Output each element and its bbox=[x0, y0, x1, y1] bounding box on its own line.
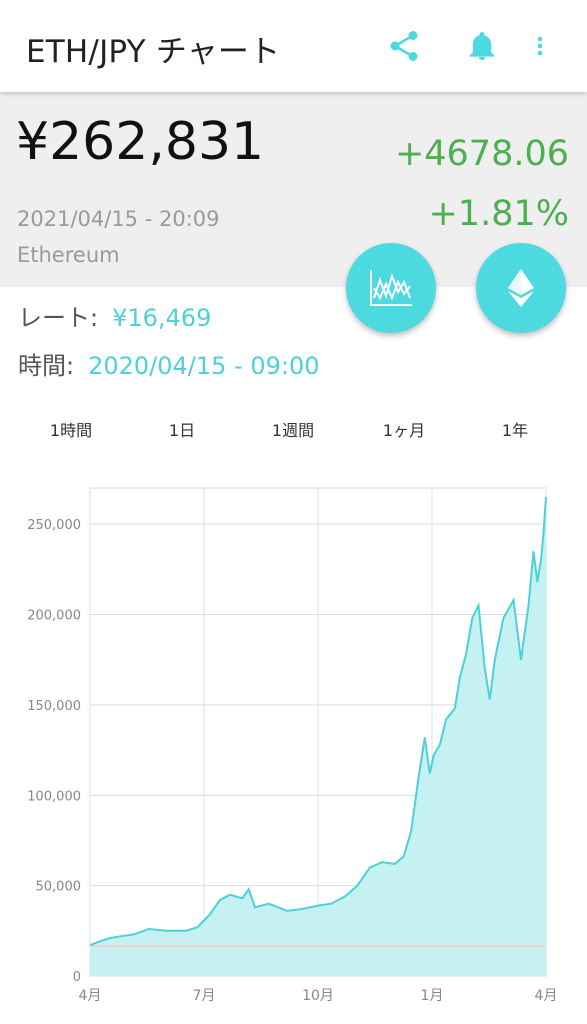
more-vert-icon bbox=[537, 36, 543, 56]
share-icon bbox=[390, 31, 418, 61]
y-tick-label: 50,000 bbox=[36, 880, 82, 895]
y-tick-label: 0 bbox=[73, 970, 81, 985]
coin-select-button[interactable] bbox=[476, 243, 566, 333]
more-options-button[interactable] bbox=[520, 26, 560, 66]
tab-1-day[interactable]: 1日 bbox=[127, 414, 237, 462]
coin-name: Ethereum bbox=[17, 243, 120, 267]
tab-1-year[interactable]: 1年 bbox=[460, 414, 570, 462]
y-tick-label: 100,000 bbox=[27, 789, 81, 804]
price-change-percent: +1.81% bbox=[428, 194, 569, 234]
x-tick-label: 4月 bbox=[79, 988, 102, 1004]
tab-1-hour[interactable]: 1時間 bbox=[16, 414, 126, 462]
page-title: ETH/JPY チャート bbox=[26, 34, 281, 70]
y-tick-label: 200,000 bbox=[27, 609, 81, 624]
rate-row: レート: ¥16,469 bbox=[18, 298, 211, 333]
time-row: 時間: 2020/04/15 - 09:00 bbox=[18, 346, 320, 381]
x-tick-label: 10月 bbox=[302, 988, 334, 1004]
range-tabs: 1時間 1日 1週間 1ヶ月 1年 bbox=[0, 414, 587, 464]
price-change: +4678.06 bbox=[394, 134, 569, 174]
y-tick-label: 150,000 bbox=[27, 699, 81, 714]
time-label: 時間: bbox=[18, 352, 75, 380]
app-bar: ETH/JPY チャート bbox=[0, 0, 587, 92]
y-tick-label: 250,000 bbox=[27, 518, 81, 533]
price-chart: 0 50,000 100,000 150,000 200,000 250,000 4月 7月 1… bbox=[27, 487, 558, 1004]
tab-1-week[interactable]: 1週間 bbox=[238, 414, 348, 462]
tab-1-month[interactable]: 1ヶ月 bbox=[349, 414, 459, 462]
ethereum-icon bbox=[508, 269, 534, 307]
x-tick-label: 1月 bbox=[421, 988, 444, 1004]
rate-label: レート: bbox=[18, 304, 99, 332]
current-price: ¥262,831 bbox=[16, 112, 265, 172]
share-button[interactable] bbox=[384, 26, 424, 66]
line-chart-icon bbox=[370, 270, 412, 306]
notifications-button[interactable] bbox=[462, 26, 502, 66]
price-datetime: 2021/04/15 - 20:09 bbox=[17, 207, 220, 231]
rate-value: ¥16,469 bbox=[112, 304, 212, 332]
time-value: 2020/04/15 - 09:00 bbox=[88, 352, 320, 380]
chart-type-button[interactable] bbox=[346, 243, 436, 333]
x-tick-label: 7月 bbox=[193, 988, 216, 1004]
bell-icon bbox=[469, 31, 495, 61]
x-tick-label: 4月 bbox=[535, 988, 558, 1004]
